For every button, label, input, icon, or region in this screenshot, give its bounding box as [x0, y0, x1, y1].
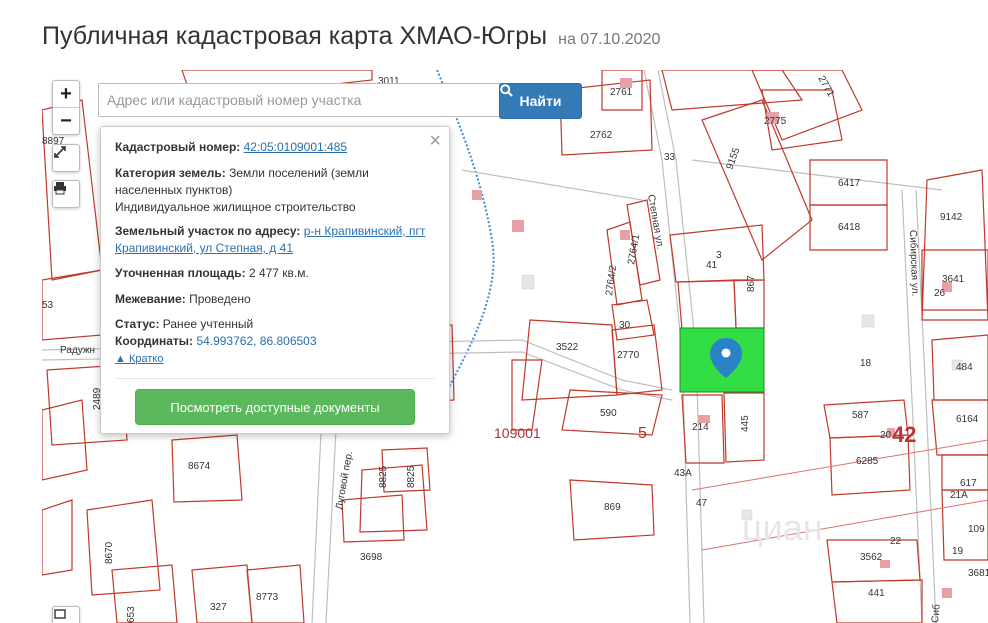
- fullscreen-button[interactable]: [52, 144, 80, 172]
- zoom-control: + −: [52, 80, 80, 135]
- fullscreen-icon: [54, 146, 66, 158]
- parcel-label: 109: [968, 524, 985, 535]
- layers-icon: [54, 609, 66, 619]
- street-label-stepnaya: Степная ул.: [645, 194, 665, 250]
- parcel-label: 2761: [610, 87, 633, 98]
- print-button[interactable]: [52, 180, 80, 208]
- collapse-link[interactable]: ▲ Кратко: [115, 353, 163, 365]
- parcel-label: 8670: [104, 541, 115, 564]
- parcel-label: 21A: [950, 490, 968, 501]
- parcel-label: 590: [600, 408, 617, 419]
- quarter-label: 109001: [494, 425, 541, 441]
- parcel-label: 2764/2: [604, 264, 619, 296]
- status-label: Статус:: [115, 317, 160, 331]
- survey-row: Межевание: Проведено: [115, 291, 429, 308]
- page-title-date: на 07.10.2020: [558, 31, 661, 48]
- parcel-label: 2770: [617, 350, 640, 361]
- parcel-label: 43A: [674, 468, 692, 479]
- parcel-label: 8674: [188, 461, 211, 472]
- district-label-5: 5: [638, 425, 647, 442]
- parcel-label: 30: [619, 320, 631, 331]
- parcel-label: 33: [664, 152, 676, 163]
- search-input[interactable]: [98, 83, 506, 117]
- parcel-label: 41: [706, 260, 718, 271]
- category-label: Категория земель:: [115, 166, 226, 180]
- parcel-label: 6417: [838, 178, 861, 189]
- coords-label: Координаты:: [115, 334, 194, 348]
- parcel-label: 445: [740, 415, 751, 432]
- parcel-label: 18: [860, 358, 872, 369]
- parcel-label: 20: [880, 430, 892, 441]
- cadastral-number-link[interactable]: 42:05:0109001:485: [244, 140, 347, 154]
- search-button[interactable]: Найти: [499, 83, 582, 119]
- parcel-label: 6285: [856, 456, 879, 467]
- search-icon: [500, 84, 513, 97]
- layers-button[interactable]: [52, 606, 80, 623]
- address-label: Земельный участок по адресу:: [115, 224, 301, 238]
- street-label-sib: Сиб: [929, 603, 943, 623]
- collapse-row: ▲ Кратко: [115, 350, 429, 368]
- district-label-42: 42: [892, 422, 916, 447]
- page-title-text: Публичная кадастровая карта ХМАО-Югры: [42, 22, 548, 50]
- parcel-label: 587: [852, 410, 869, 421]
- close-icon[interactable]: ×: [429, 131, 441, 151]
- parcel-label: 867: [746, 275, 757, 292]
- cadastral-map[interactable]: Степная ул. Сибирская ул. Луговой пер. Р…: [42, 70, 988, 623]
- street-label-raduzhn: Радужн: [60, 345, 95, 356]
- address-row: Земельный участок по адресу: р-н Крапиви…: [115, 223, 429, 257]
- watermark: циан: [742, 507, 823, 548]
- printer-icon: [54, 182, 66, 195]
- parcel-label: 19: [952, 546, 964, 557]
- area-value: 2 477 кв.м.: [248, 266, 309, 280]
- parcel-label: 214: [692, 422, 709, 433]
- parcel-label: 8825: [406, 465, 417, 488]
- status-value: Ранее учтенный: [162, 317, 254, 331]
- view-documents-button[interactable]: Посмотреть доступные документы: [135, 389, 415, 425]
- parcel-label: 47: [696, 498, 708, 509]
- parcel-label: 441: [868, 588, 885, 599]
- parcel-label: 3698: [360, 552, 383, 563]
- usage-value: Индивидуальное жилищное строительство: [115, 200, 356, 214]
- triangle-up-icon: ▲: [115, 353, 126, 365]
- collapse-label: Кратко: [128, 353, 164, 365]
- street-label-sibirskaya: Сибирская ул.: [907, 230, 921, 297]
- area-label: Уточненная площадь:: [115, 266, 246, 280]
- parcel-label: 3562: [860, 552, 883, 563]
- street-label-lugovoy: Луговой пер.: [334, 450, 355, 510]
- cadastral-row: Кадастровый номер: 42:05:0109001:485: [115, 139, 429, 156]
- parcel-label: 327: [210, 602, 227, 613]
- parcel-label: 8825: [378, 465, 389, 488]
- survey-value: Проведено: [189, 292, 251, 306]
- parcel-label: 6164: [956, 414, 979, 425]
- parcel-label: 9142: [940, 212, 963, 223]
- parcel-label: 617: [960, 478, 977, 489]
- parcel-label: 2762: [590, 130, 613, 141]
- parcel-label: 8773: [256, 592, 279, 603]
- search-button-label: Найти: [519, 93, 562, 109]
- parcel-label: 9155: [724, 146, 742, 171]
- page-title: Публичная кадастровая карта ХМАО-Югры на…: [42, 22, 660, 51]
- area-row: Уточненная площадь: 2 477 кв.м.: [115, 265, 429, 282]
- parcel-label: 3681: [968, 568, 988, 579]
- parcel-label: 2775: [764, 116, 787, 127]
- parcel-label: 3641: [942, 274, 965, 285]
- survey-label: Межевание:: [115, 292, 186, 306]
- coords-row: Координаты: 54.993762, 86.806503: [115, 333, 429, 350]
- parcel-label: 53: [42, 300, 54, 311]
- popup-divider: [115, 378, 435, 379]
- coords-value: 54.993762, 86.806503: [196, 334, 317, 348]
- parcel-label: 3522: [556, 342, 579, 353]
- parcel-label: 484: [956, 362, 973, 373]
- cadastral-label: Кадастровый номер:: [115, 140, 241, 154]
- parcel-label: 22: [890, 536, 902, 547]
- parcel-label: 653: [126, 606, 137, 623]
- parcel-label: 869: [604, 502, 621, 513]
- zoom-out-button[interactable]: −: [53, 107, 79, 134]
- status-row: Статус: Ранее учтенный: [115, 316, 429, 333]
- parcel-label: 26: [934, 288, 946, 299]
- zoom-in-button[interactable]: +: [53, 81, 79, 107]
- parcel-label: 6418: [838, 222, 861, 233]
- category-row: Категория земель: Земли поселений (земли…: [115, 165, 429, 216]
- parcel-info-popup: × Кадастровый номер: 42:05:0109001:485 К…: [100, 126, 450, 434]
